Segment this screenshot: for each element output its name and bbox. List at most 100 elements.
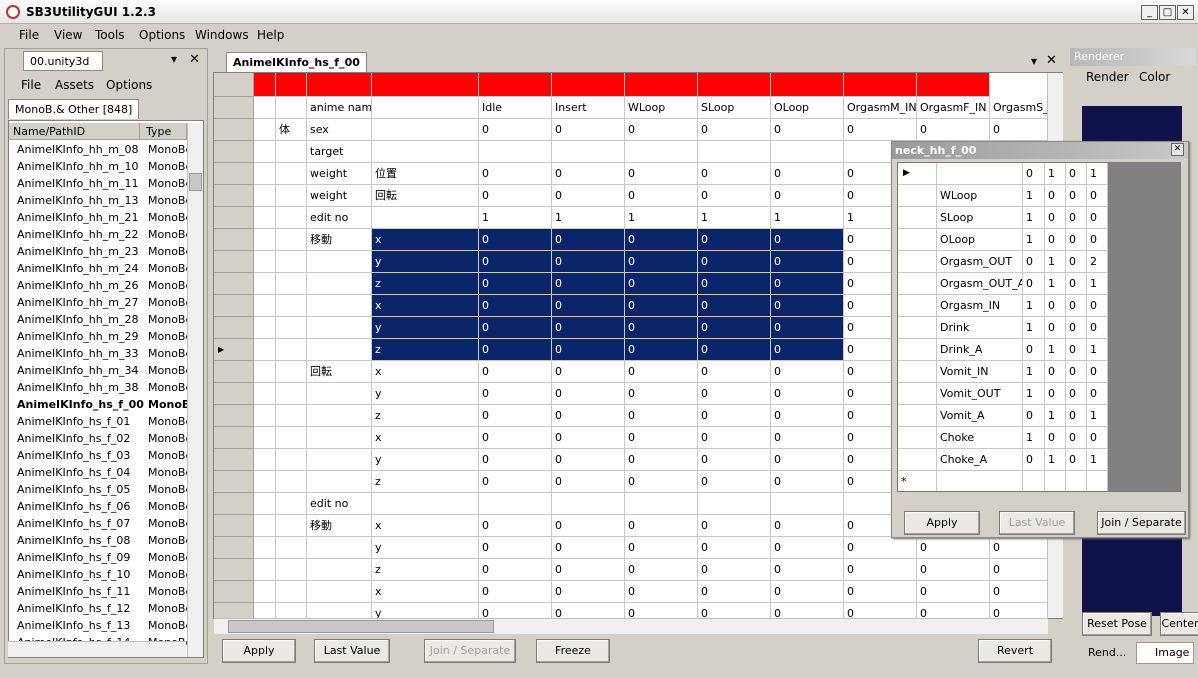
renderer-menu-render[interactable]: Render <box>1086 70 1129 84</box>
grid-cell[interactable] <box>254 427 276 449</box>
grid-cell[interactable]: 0 <box>479 119 552 141</box>
maximize-button[interactable]: □ <box>1159 5 1176 20</box>
grid-cell[interactable]: 0 <box>625 537 698 559</box>
popup-cell[interactable] <box>1045 471 1066 491</box>
grid-cell[interactable] <box>254 361 276 383</box>
popup-row-header[interactable] <box>898 295 937 317</box>
grid-cell[interactable]: 0 <box>625 405 698 427</box>
popup-cell[interactable]: 0 <box>1066 207 1087 229</box>
list-item[interactable]: AnimeIKInfo_hs_f_00 MonoB <box>9 396 187 413</box>
popup-cell[interactable]: 0 <box>1045 427 1066 449</box>
row-header-cell[interactable] <box>214 581 254 603</box>
list-item[interactable]: AnimeIKInfo_hh_m_11 MonoBe <box>9 175 187 192</box>
grid-cell[interactable]: 0 <box>625 603 698 618</box>
grid-cell[interactable] <box>307 537 372 559</box>
list-item[interactable]: AnimeIKInfo_hh_m_22 MonoBe <box>9 226 187 243</box>
grid-cell[interactable]: 0 <box>698 405 771 427</box>
grid-cell[interactable]: x <box>372 581 479 603</box>
row-header-cell[interactable] <box>214 361 254 383</box>
popup-cell[interactable]: 0 <box>1066 317 1087 339</box>
grid-cell[interactable]: 0 <box>917 603 990 618</box>
grid-cell[interactable] <box>276 295 307 317</box>
grid-cell[interactable] <box>254 229 276 251</box>
grid-cell[interactable]: 0 <box>479 163 552 185</box>
popup-row-header[interactable] <box>898 185 937 207</box>
grid-cell[interactable]: y <box>372 603 479 618</box>
grid-cell[interactable] <box>307 251 372 273</box>
popup-row-header[interactable] <box>898 427 937 449</box>
popup-row-header[interactable] <box>898 383 937 405</box>
left-menu-assets[interactable]: Assets <box>55 78 94 92</box>
menu-windows[interactable]: Windows <box>195 28 249 42</box>
popup-cell[interactable]: 0 <box>1066 339 1087 361</box>
grid-cell[interactable]: z <box>372 273 479 295</box>
grid-cell[interactable]: 0 <box>625 581 698 603</box>
grid-cell[interactable] <box>276 317 307 339</box>
grid-cell[interactable]: 0 <box>771 537 844 559</box>
grid-cell[interactable]: 移動 <box>307 515 372 537</box>
renderer-tab[interactable]: Rend... <box>1072 644 1134 664</box>
popup-cell[interactable]: 1 <box>1023 295 1045 317</box>
row-header-cell[interactable] <box>214 537 254 559</box>
grid-cell[interactable]: 0 <box>625 185 698 207</box>
grid-cell[interactable]: 回転 <box>307 361 372 383</box>
popup-cell[interactable]: 1 <box>1023 229 1045 251</box>
row-header-cell[interactable] <box>214 295 254 317</box>
grid-cell[interactable]: 0 <box>552 317 625 339</box>
grid-cell[interactable]: 0 <box>698 317 771 339</box>
grid-cell[interactable]: edit no <box>307 207 372 229</box>
list-item[interactable]: AnimeIKInfo_hs_f_10 MonoBe <box>9 566 187 583</box>
grid-cell[interactable]: 0 <box>698 339 771 361</box>
grid-cell[interactable]: 0 <box>771 185 844 207</box>
popup-row-name[interactable]: Choke <box>937 427 1023 449</box>
grid-cell[interactable]: 0 <box>479 559 552 581</box>
grid-cell[interactable]: 0 <box>698 559 771 581</box>
row-header-cell[interactable] <box>214 119 254 141</box>
grid-cell[interactable]: 0 <box>479 581 552 603</box>
list-hscrollbar[interactable] <box>8 641 186 657</box>
grid-cell[interactable]: 0 <box>625 273 698 295</box>
grid-cell[interactable] <box>307 383 372 405</box>
popup-cell[interactable] <box>937 471 1023 491</box>
popup-cell[interactable]: 0 <box>1066 273 1087 295</box>
popup-row-name[interactable]: Vomit_OUT <box>937 383 1023 405</box>
grid-cell[interactable] <box>254 273 276 295</box>
grid-cell[interactable]: z <box>372 559 479 581</box>
grid-cell[interactable]: 0 <box>479 383 552 405</box>
popup-row-header[interactable] <box>898 251 937 273</box>
grid-cell[interactable]: 1 <box>625 207 698 229</box>
grid-cell[interactable]: 0 <box>771 119 844 141</box>
grid-cell[interactable]: 0 <box>917 581 990 603</box>
list-item[interactable]: AnimeIKInfo_hh_m_10 MonoBe <box>9 158 187 175</box>
popup-row-name[interactable]: Idle <box>937 163 1023 185</box>
grid-cell[interactable]: 0 <box>552 119 625 141</box>
grid-cell[interactable]: 0 <box>771 471 844 493</box>
popup-cell[interactable]: 2 <box>1087 251 1108 273</box>
grid-cell[interactable] <box>307 405 372 427</box>
grid-cell[interactable]: edit no <box>307 493 372 515</box>
grid-cell[interactable]: 0 <box>917 119 990 141</box>
popup-cell[interactable]: 0 <box>1066 229 1087 251</box>
apply-button[interactable]: Apply <box>222 639 296 663</box>
list-item[interactable]: AnimeIKInfo_hh_m_34 MonoBe <box>9 362 187 379</box>
popup-cell[interactable]: 1 <box>1087 273 1108 295</box>
popup-row-header[interactable] <box>898 317 937 339</box>
popup-cell[interactable]: 0 <box>1087 207 1108 229</box>
minimize-button[interactable]: _ <box>1141 5 1158 20</box>
grid-cell[interactable]: 0 <box>771 515 844 537</box>
grid-cell[interactable]: 0 <box>771 339 844 361</box>
popup-cell[interactable]: 0 <box>1087 229 1108 251</box>
grid-cell[interactable]: x <box>372 427 479 449</box>
list-item[interactable]: AnimeIKInfo_hh_m_08 MonoBe <box>9 141 187 158</box>
grid-cell[interactable] <box>276 383 307 405</box>
list-item[interactable]: AnimeIKInfo_hs_f_06 MonoBe <box>9 498 187 515</box>
popup-cell[interactable]: 1 <box>1045 273 1066 295</box>
list-scrollbar[interactable] <box>187 123 203 657</box>
dropdown-icon[interactable]: ▾ <box>171 52 177 66</box>
grid-cell[interactable] <box>254 251 276 273</box>
row-header-cell[interactable]: ▶ <box>214 339 254 361</box>
grid-cell[interactable] <box>254 603 276 618</box>
popup-cell[interactable]: 1 <box>1023 185 1045 207</box>
grid-cell[interactable]: x <box>372 229 479 251</box>
grid-cell[interactable] <box>307 471 372 493</box>
